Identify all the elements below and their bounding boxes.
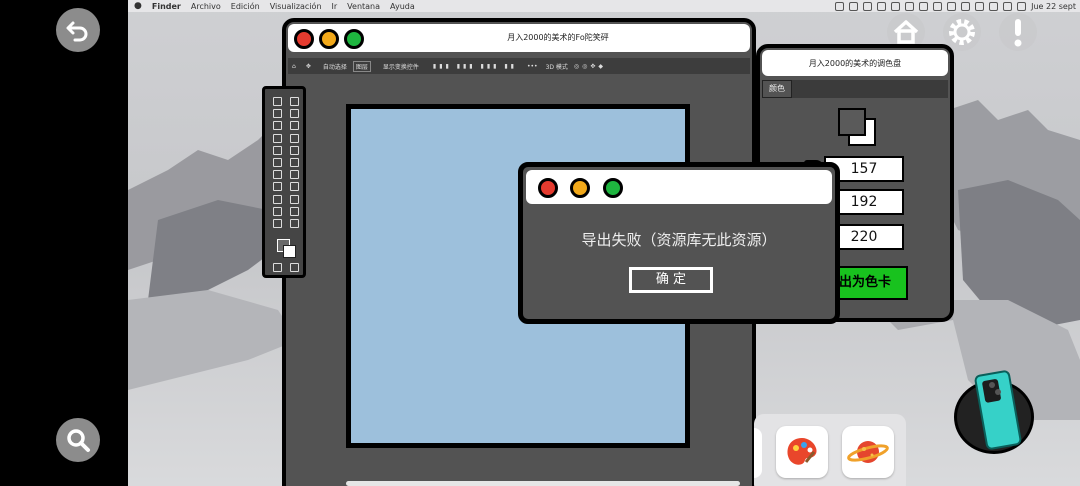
- back-arrow-icon: [66, 21, 88, 42]
- menu-item[interactable]: Ayuda: [390, 2, 415, 11]
- clock: Jue 22 sept: [1031, 1, 1076, 11]
- tool-icon[interactable]: [273, 206, 282, 216]
- tool-icon[interactable]: [273, 157, 282, 167]
- tool-icon[interactable]: [290, 182, 299, 192]
- editor-titlebar: 月入2000的美术的Fo陀笑砰: [288, 24, 750, 52]
- minimize-dot[interactable]: [570, 178, 590, 198]
- close-dot[interactable]: [294, 29, 314, 49]
- tool-icon[interactable]: [290, 109, 299, 119]
- more-icon[interactable]: •••: [527, 63, 538, 70]
- palette-tabbar: 颜色: [762, 80, 948, 98]
- tool-icon[interactable]: [273, 97, 282, 106]
- editor-title: 月入2000的美术的Fo陀笑砰: [507, 33, 609, 42]
- menu-item[interactable]: Ir: [332, 2, 338, 11]
- tool-icon[interactable]: [290, 194, 299, 204]
- menubar: ● Finder Archivo Edición Visualización I…: [128, 0, 1080, 12]
- mode-3d[interactable]: 3D 模式: [546, 62, 568, 71]
- menu-item[interactable]: Ventana: [347, 2, 380, 11]
- tool-icon[interactable]: [290, 170, 299, 180]
- planet-icon: [847, 441, 889, 463]
- alert-button[interactable]: [998, 12, 1038, 52]
- options-toolbar: ⌂ ✥ 自动选择 图层 显示变换控件 ▮▮▮ ▮▮▮ ▮▮▮ ▮▮ ••• 3D…: [288, 58, 750, 74]
- tools-panel: [262, 86, 306, 278]
- tool-icon[interactable]: [290, 206, 299, 216]
- tool-icon[interactable]: [273, 194, 282, 204]
- tool-icon[interactable]: [290, 121, 299, 131]
- close-dot[interactable]: [538, 178, 558, 198]
- palette-titlebar: 月入2000的美术的调色盘: [762, 50, 948, 76]
- tool-icon[interactable]: [290, 263, 299, 272]
- tool-icon[interactable]: [273, 109, 282, 119]
- tool-icon[interactable]: [290, 218, 299, 228]
- tool-icon[interactable]: [290, 157, 299, 167]
- tool-icon[interactable]: [273, 145, 282, 155]
- paint-palette-app-button[interactable]: [776, 426, 828, 478]
- ok-button[interactable]: 确 定: [629, 267, 713, 293]
- dialog-titlebar: [526, 170, 832, 204]
- 3d-icons[interactable]: ◎◎✥◆: [574, 63, 606, 70]
- menu-item[interactable]: Archivo: [191, 2, 221, 11]
- menu-item[interactable]: Finder: [152, 2, 181, 11]
- back-button[interactable]: [56, 8, 100, 52]
- error-message: 导出失败（资源库无此资源）: [581, 231, 777, 249]
- align-icons[interactable]: ▮▮▮ ▮▮▮ ▮▮▮ ▮▮: [433, 63, 517, 70]
- left-bar: [0, 0, 128, 486]
- error-dialog: 导出失败（资源库无此资源） 确 定: [518, 162, 840, 324]
- fg-bg-swatch-icon[interactable]: [838, 108, 876, 146]
- tool-icon[interactable]: [273, 121, 282, 131]
- exclamation-icon: [999, 13, 1037, 51]
- tool-icon[interactable]: [273, 263, 282, 272]
- paint-palette-icon: [787, 438, 817, 465]
- maximize-dot[interactable]: [344, 29, 364, 49]
- menu-item[interactable]: Edición: [231, 2, 260, 11]
- maximize-dot[interactable]: [603, 178, 623, 198]
- planet-app-button[interactable]: [842, 426, 894, 478]
- tool-icon[interactable]: [290, 145, 299, 155]
- palette-title: 月入2000的美术的调色盘: [808, 59, 902, 68]
- color-swatch-icon[interactable]: [277, 239, 296, 258]
- tool-icon[interactable]: [290, 97, 299, 106]
- game-area: ● Finder Archivo Edición Visualización I…: [128, 0, 1080, 486]
- status-icons: Jue 22 sept: [835, 0, 1080, 12]
- dock-app[interactable]: [754, 428, 762, 478]
- phone-icon: [974, 370, 1022, 450]
- tool-icon[interactable]: [273, 218, 282, 228]
- scroll-indicator[interactable]: [346, 481, 740, 486]
- auto-select[interactable]: 自动选择: [323, 62, 347, 71]
- minimize-dot[interactable]: [319, 29, 339, 49]
- tool-icon[interactable]: [273, 170, 282, 180]
- layer-select[interactable]: 图层: [352, 60, 371, 72]
- tab-color[interactable]: 颜色: [762, 80, 792, 98]
- search-button[interactable]: [56, 418, 100, 462]
- show-transform[interactable]: 显示变换控件: [383, 62, 419, 71]
- tool-icon[interactable]: [290, 133, 299, 143]
- apple-icon: ●: [134, 1, 142, 11]
- search-icon: [67, 429, 90, 452]
- home-tool-icon[interactable]: ⌂: [292, 63, 296, 70]
- move-tool-icon[interactable]: ✥: [306, 63, 311, 70]
- tool-icon[interactable]: [273, 182, 282, 192]
- menu-item[interactable]: Visualización: [270, 2, 322, 11]
- tool-icon[interactable]: [273, 133, 282, 143]
- phone-button[interactable]: [954, 370, 1034, 454]
